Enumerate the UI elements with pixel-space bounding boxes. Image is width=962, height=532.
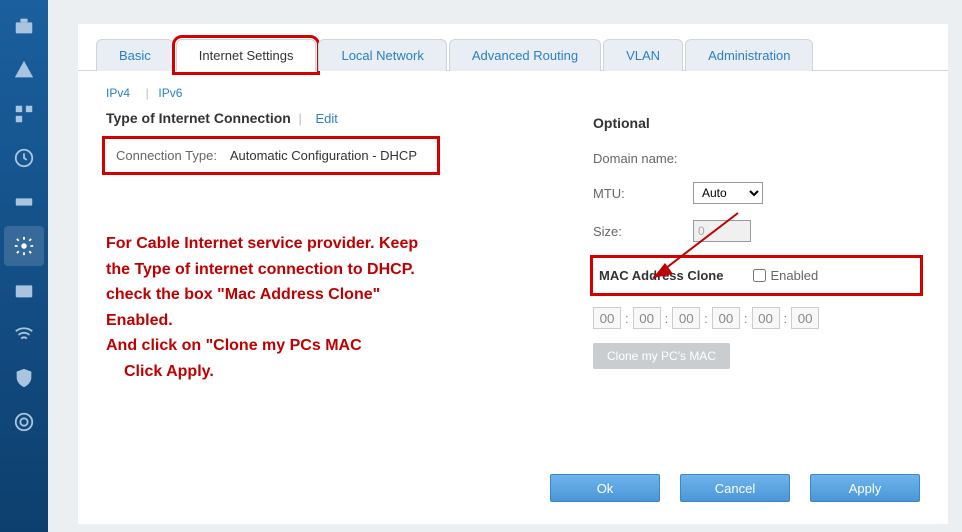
subtab-ipv6[interactable]: IPv6 [158, 86, 182, 100]
section-title-connection-type: Type of Internet Connection [106, 110, 291, 126]
connection-type-value: Automatic Configuration - DHCP [230, 148, 417, 163]
mac-address-inputs: : : : : : [593, 307, 920, 329]
ok-button[interactable]: Ok [550, 474, 660, 502]
clock-icon [13, 147, 35, 169]
alert-icon [13, 59, 35, 81]
connection-type-row: Connection Type: Automatic Configuration… [106, 140, 436, 171]
size-label: Size: [593, 224, 693, 239]
sidebar-item-alert[interactable] [4, 50, 44, 90]
tab-advanced-routing[interactable]: Advanced Routing [449, 39, 601, 71]
sidebar [0, 0, 48, 532]
annotation-text: For Cable Internet service provider. Kee… [106, 231, 506, 385]
mtu-label: MTU: [593, 186, 693, 201]
toolbox-icon [13, 15, 35, 37]
apply-button[interactable]: Apply [810, 474, 920, 502]
mtu-row: MTU: Auto [593, 182, 920, 204]
size-row: Size: [593, 220, 920, 242]
settings-icon [13, 235, 35, 257]
annotation-line: the Type of internet connection to DHCP. [106, 257, 506, 283]
sidebar-item-support[interactable] [4, 402, 44, 442]
mtu-select[interactable]: Auto [693, 182, 763, 204]
tab-basic[interactable]: Basic [96, 39, 174, 71]
shield-icon [13, 367, 35, 389]
left-column: IPv4 | IPv6 Type of Internet Connection … [106, 85, 533, 385]
subtab-separator: | [146, 86, 149, 100]
edit-link[interactable]: Edit [316, 111, 338, 126]
mac-clone-enabled-checkbox[interactable] [753, 269, 766, 282]
sidebar-item-wifi[interactable] [4, 314, 44, 354]
subtab-ipv4[interactable]: IPv4 [106, 86, 130, 100]
content-area: IPv4 | IPv6 Type of Internet Connection … [78, 71, 948, 395]
tab-internet-settings[interactable]: Internet Settings [176, 39, 317, 71]
annotation-line: Click Apply. [106, 359, 506, 385]
button-bar: Ok Cancel Apply [550, 474, 920, 502]
support-icon [13, 411, 35, 433]
connection-type-label: Connection Type: [116, 148, 217, 163]
main-panel: Basic Internet Settings Local Network Ad… [78, 24, 948, 524]
mac-clone-title: MAC Address Clone [599, 268, 723, 283]
sidebar-item-apps[interactable] [4, 94, 44, 134]
mac-octet-0[interactable] [593, 307, 621, 329]
wifi-icon [13, 323, 35, 345]
tab-bar: Basic Internet Settings Local Network Ad… [78, 24, 948, 71]
mac-octet-1[interactable] [633, 307, 661, 329]
mac-octet-4[interactable] [752, 307, 780, 329]
annotation-line: check the box "Mac Address Clone" [106, 282, 506, 308]
apps-icon [13, 103, 35, 125]
sidebar-item-device[interactable] [4, 182, 44, 222]
size-input[interactable] [693, 220, 751, 242]
clone-mac-button[interactable]: Clone my PC's MAC [593, 343, 730, 369]
mac-octet-5[interactable] [791, 307, 819, 329]
sidebar-item-shield[interactable] [4, 358, 44, 398]
sidebar-item-settings[interactable] [4, 226, 44, 266]
annotation-line: And click on "Clone my PCs MAC [106, 333, 506, 359]
domain-name-label: Domain name: [593, 151, 693, 166]
optional-title: Optional [593, 115, 920, 131]
mac-clone-enabled-text: Enabled [770, 268, 818, 283]
mac-octet-2[interactable] [672, 307, 700, 329]
tab-administration[interactable]: Administration [685, 39, 813, 71]
mac-octet-3[interactable] [712, 307, 740, 329]
cancel-button[interactable]: Cancel [680, 474, 790, 502]
sidebar-item-clock[interactable] [4, 138, 44, 178]
sidebar-item-toolbox[interactable] [4, 6, 44, 46]
tab-local-network[interactable]: Local Network [318, 39, 446, 71]
domain-name-row: Domain name: [593, 151, 920, 166]
mac-clone-box: MAC Address Clone Enabled [593, 258, 920, 293]
sidebar-item-medkit[interactable] [4, 270, 44, 310]
medkit-icon [13, 279, 35, 301]
mac-clone-enabled-label[interactable]: Enabled [753, 268, 818, 283]
tab-vlan[interactable]: VLAN [603, 39, 683, 71]
ip-subtabs: IPv4 | IPv6 [106, 85, 533, 100]
device-icon [13, 191, 35, 213]
edit-separator: | [298, 111, 301, 126]
annotation-line: For Cable Internet service provider. Kee… [106, 231, 506, 257]
annotation-line: Enabled. [106, 308, 506, 334]
right-column: Optional Domain name: MTU: Auto Size: MA… [593, 85, 920, 385]
